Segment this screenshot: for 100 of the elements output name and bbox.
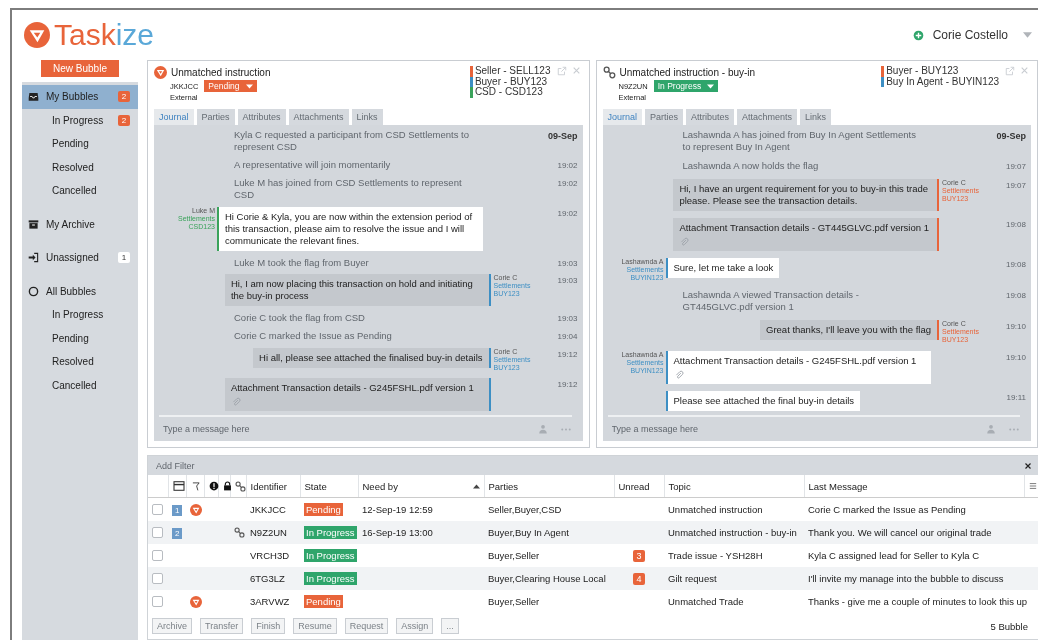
table-row[interactable]: 1 JKKJCC Pending 12-Sep-19 12:59 Seller,Buyer,CSD Unmatched instruction Corie C marked the Issue as Pending: [148, 497, 1038, 521]
checkbox[interactable]: [152, 504, 163, 515]
message-field[interactable]: Type a message here: [159, 424, 526, 434]
message-time: 19:12: [556, 378, 578, 389]
count-badge: 1: [118, 252, 130, 264]
tab[interactable]: Attributes: [686, 109, 735, 125]
message-time: 19:10: [1004, 352, 1026, 362]
tab[interactable]: Parties: [645, 109, 684, 125]
party-label: Buyer - BUY123: [881, 66, 999, 77]
sort-icon[interactable]: [472, 483, 480, 489]
link-icon: [602, 66, 616, 79]
column-header[interactable]: State: [304, 480, 354, 492]
sidebar-item[interactable]: Resolved: [22, 155, 138, 179]
column-header[interactable]: Parties: [488, 480, 610, 492]
more-icon[interactable]: [559, 426, 572, 432]
sidebar-item[interactable]: Cancelled: [22, 373, 138, 397]
message-time: 19:10: [1004, 321, 1026, 331]
message-time: 19:03: [556, 275, 578, 286]
count-badge: 2: [118, 91, 130, 103]
circle-icon: [28, 285, 39, 297]
table-row[interactable]: VRCH3D In Progress Buyer,Seller 3 Trade issue - YSH28H Kyla C assigned lead for Seller to Kyla C: [148, 544, 1038, 567]
column-header[interactable]: Topic: [668, 480, 800, 492]
table-cell: Thank you. We will cancel our original trade: [804, 521, 1024, 544]
popout-icon[interactable]: [1005, 66, 1015, 76]
message-field[interactable]: Type a message here: [607, 424, 974, 434]
tab[interactable]: Journal: [154, 109, 194, 125]
table-row[interactable]: 3ARVWZ Pending Buyer,Seller Unmatched Trade Thanks - give me a couple of minutes to look this up: [148, 590, 1038, 613]
sidebar-item[interactable]: Pending: [22, 132, 138, 156]
tab[interactable]: Links: [351, 109, 383, 125]
message-date: 09-Sep: [996, 130, 1026, 141]
message-time: 19:04: [556, 331, 578, 342]
caret-icon[interactable]: [1023, 32, 1032, 38]
checkbox[interactable]: [152, 573, 163, 584]
filter-bar[interactable]: Add Filter: [148, 456, 1038, 475]
table-cell: 16-Sep-19 13:00: [358, 521, 484, 544]
sidebar-item[interactable]: Pending: [22, 326, 138, 350]
sidebar-item[interactable]: My Bubbles 2: [22, 85, 138, 109]
menu-icon[interactable]: [1028, 482, 1037, 490]
sidebar-item[interactable]: Cancelled: [22, 179, 138, 203]
message-time: 19:08: [1004, 259, 1026, 269]
column-header[interactable]: Unread: [618, 480, 660, 492]
user-name[interactable]: Corie Costello: [932, 28, 1008, 42]
table-cell: 12-Sep-19 12:59: [358, 497, 484, 521]
sidebar-item[interactable]: In Progress 2: [22, 108, 138, 132]
message-time: 19:08: [1004, 290, 1026, 300]
person-icon[interactable]: [986, 424, 996, 434]
more-icon[interactable]: [1008, 426, 1020, 432]
tab[interactable]: Journal: [602, 109, 643, 125]
table-cell: Unmatched instruction - buy-in: [664, 521, 804, 544]
tab[interactable]: Links: [800, 109, 832, 125]
column-header[interactable]: Need by: [362, 480, 480, 492]
bubble-title: Unmatched instruction - buy-in: [619, 67, 756, 78]
party-label: CSD - CSD123: [469, 87, 551, 98]
table-cell: Corie C marked the Issue as Pending: [804, 497, 1024, 521]
table-row[interactable]: 6TG3LZ In Progress Buyer,Clearing House Local 4 Gilt request I'll invite my manage into the bubble to discuss: [148, 567, 1038, 590]
event-text: Corie C marked the Issue as Pending: [233, 330, 393, 343]
table-cell: VRCH3D: [246, 544, 300, 567]
tab[interactable]: Attachments: [737, 109, 798, 125]
message-time: 19:07: [1004, 180, 1026, 190]
table-cell: Buyer,Seller: [484, 544, 614, 567]
checkbox[interactable]: [152, 550, 163, 561]
column-header[interactable]: Identifier: [250, 480, 296, 492]
event-text: Kyla C requested a participant from CSD Settlements to represent CSD: [233, 129, 470, 153]
message-text: Please see attached the final buy-in details: [673, 395, 855, 407]
table-cell: Buyer,Buy In Agent: [484, 521, 614, 544]
message-text: Hi, I am now placing this transaction on hold and initiating the buy-in process: [230, 278, 474, 303]
filter-field[interactable]: Add Filter: [154, 459, 1024, 472]
link-icon[interactable]: [234, 480, 246, 492]
table-cell: Trade issue - YSH28H: [664, 544, 804, 567]
popout-icon[interactable]: [556, 66, 567, 76]
checkbox[interactable]: [152, 596, 163, 607]
event-text: Luke M has joined from CSD Settlements to represent CSD: [233, 176, 463, 201]
tab[interactable]: Attributes: [237, 109, 286, 125]
sidebar-item[interactable]: Unassigned 1: [22, 246, 138, 270]
message-time: 19:12: [556, 349, 578, 359]
table-row[interactable]: 2 N9Z2UN In Progress 16-Sep-19 13:00 Buyer,Buy In Agent Unmatched instruction - buy-in Thank you. We will cancel our original trade: [148, 521, 1038, 544]
view-icon[interactable]: [172, 481, 185, 491]
lock-icon[interactable]: [222, 481, 232, 491]
alert-icon[interactable]: [208, 481, 219, 491]
unread-badge: 4: [633, 572, 645, 585]
sign-in-icon: [28, 252, 39, 264]
count-badge: 2: [118, 114, 130, 126]
status-badge: In Progress: [304, 526, 357, 539]
sidebar-item[interactable]: My Archive: [22, 212, 138, 236]
message-text: Great thanks, I'll leave you with the flag: [766, 324, 931, 336]
close-icon[interactable]: [1024, 461, 1032, 470]
column-header[interactable]: Last Message: [808, 480, 1020, 492]
message-date: 09-Sep: [547, 130, 578, 141]
row-number: 2: [172, 527, 183, 539]
status-badge: In Progress: [304, 572, 357, 585]
tab[interactable]: Parties: [196, 109, 235, 125]
sidebar-item[interactable]: All Bubbles: [22, 279, 138, 303]
person-icon[interactable]: [537, 424, 548, 434]
sidebar-item[interactable]: Resolved: [22, 350, 138, 374]
checkbox[interactable]: [152, 527, 163, 538]
message-time: 19:02: [556, 207, 578, 218]
bubble-icon: [154, 66, 167, 79]
message-time: 19:08: [1004, 219, 1026, 229]
tab[interactable]: Attachments: [288, 109, 349, 125]
sidebar-item[interactable]: In Progress: [22, 303, 138, 327]
